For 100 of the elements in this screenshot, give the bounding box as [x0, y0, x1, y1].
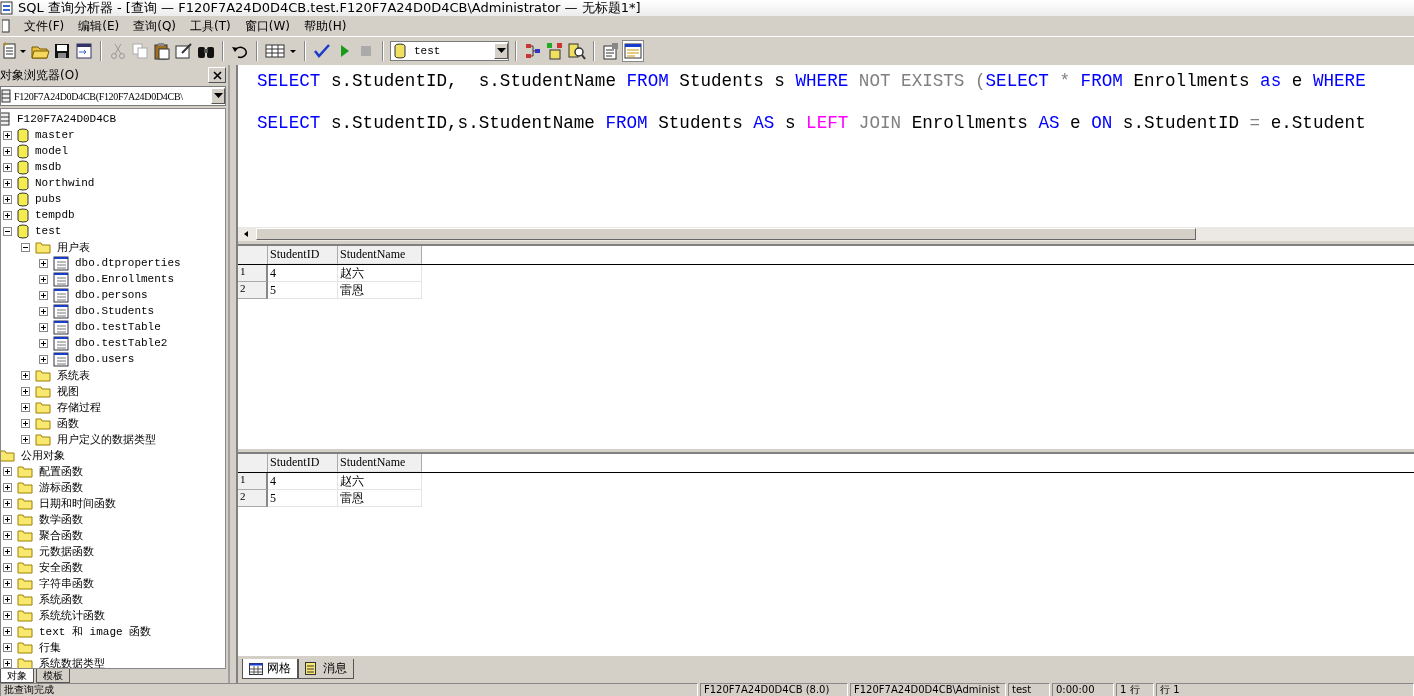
- expander-icon[interactable]: [38, 354, 48, 364]
- tree-item[interactable]: 系统数据类型: [37, 655, 105, 668]
- edit-icon[interactable]: [174, 41, 194, 61]
- tree-item[interactable]: 系统统计函数: [37, 607, 105, 623]
- tree-item[interactable]: 用户表: [55, 239, 90, 255]
- expander-icon[interactable]: [2, 226, 12, 236]
- close-button[interactable]: [208, 67, 226, 83]
- tree-item[interactable]: 数学函数: [37, 511, 83, 527]
- tree-item[interactable]: msdb: [33, 161, 62, 173]
- tree-item[interactable]: 元数据函数: [37, 543, 94, 559]
- tree-item[interactable]: dbo.users: [73, 353, 135, 365]
- horizontal-scrollbar[interactable]: [238, 227, 1414, 241]
- plan-tree-icon[interactable]: [523, 41, 543, 61]
- tree-item[interactable]: dbo.testTable2: [73, 337, 168, 349]
- column-header[interactable]: StudentName: [338, 246, 422, 264]
- result-tab[interactable]: 消息: [298, 659, 354, 679]
- tree-item[interactable]: 公用对象: [19, 447, 65, 463]
- column-header[interactable]: StudentID: [268, 246, 338, 264]
- tree-item[interactable]: 聚合函数: [37, 527, 83, 543]
- column-header[interactable]: StudentID: [268, 453, 338, 472]
- tree-item[interactable]: model: [33, 145, 68, 157]
- tree-item[interactable]: dbo.persons: [73, 289, 148, 301]
- expander-icon[interactable]: [2, 562, 12, 572]
- expander-icon[interactable]: [2, 210, 12, 220]
- database-select[interactable]: test: [390, 41, 509, 61]
- expander-icon[interactable]: [38, 274, 48, 284]
- expander-icon[interactable]: [20, 242, 30, 252]
- expander-icon[interactable]: [20, 386, 30, 396]
- server-select[interactable]: F120F7A24D0D4CB(F120F7A24D0D4CB\: [0, 86, 226, 106]
- menu-item[interactable]: 帮助(H): [303, 17, 347, 35]
- tree-item[interactable]: tempdb: [33, 209, 75, 221]
- tree-item[interactable]: dbo.dtproperties: [73, 257, 181, 269]
- tree-item[interactable]: test: [33, 225, 62, 237]
- expander-icon[interactable]: [2, 178, 12, 188]
- expander-icon[interactable]: [2, 498, 12, 508]
- menu-item[interactable]: 窗口(W): [244, 17, 290, 35]
- query-editor[interactable]: [238, 65, 1414, 244]
- menu-item[interactable]: 文件(F): [24, 17, 65, 35]
- menu-item[interactable]: 查询(Q): [133, 17, 177, 35]
- expander-icon[interactable]: [2, 530, 12, 540]
- scroll-thumb[interactable]: [256, 228, 1196, 240]
- load-script-icon[interactable]: [74, 41, 94, 61]
- tree-item[interactable]: 存储过程: [55, 399, 101, 415]
- expander-icon[interactable]: [38, 290, 48, 300]
- column-header[interactable]: StudentName: [338, 453, 422, 472]
- expander-icon[interactable]: [2, 594, 12, 604]
- tree-item[interactable]: 日期和时间函数: [37, 495, 116, 511]
- new-query-icon[interactable]: [2, 41, 28, 61]
- expander-icon[interactable]: [2, 546, 12, 556]
- tree-item[interactable]: 视图: [55, 383, 79, 399]
- tree-item[interactable]: Northwind: [33, 177, 95, 189]
- expander-icon[interactable]: [20, 370, 30, 380]
- expander-icon[interactable]: [20, 434, 30, 444]
- tree-item[interactable]: 安全函数: [37, 559, 83, 575]
- panel-tab[interactable]: 对象: [0, 669, 34, 683]
- tree-item[interactable]: 系统函数: [37, 591, 83, 607]
- expander-icon[interactable]: [2, 514, 12, 524]
- properties-icon[interactable]: [601, 41, 621, 61]
- tree-item[interactable]: dbo.Students: [73, 305, 155, 317]
- tree-item[interactable]: text 和 image 函数: [37, 623, 152, 639]
- expander-icon[interactable]: [2, 482, 12, 492]
- expander-icon[interactable]: [38, 322, 48, 332]
- expander-icon[interactable]: [2, 626, 12, 636]
- expander-icon[interactable]: [2, 466, 12, 476]
- tree-item[interactable]: 用户定义的数据类型: [55, 431, 156, 447]
- menu-item[interactable]: 工具(T): [190, 17, 231, 35]
- expander-icon[interactable]: [2, 610, 12, 620]
- results-grid-icon[interactable]: [264, 41, 298, 61]
- save-icon[interactable]: [52, 41, 72, 61]
- expander-icon[interactable]: [2, 578, 12, 588]
- tree-item[interactable]: dbo.Enrollments: [73, 273, 175, 285]
- result-tab[interactable]: 网格: [242, 659, 298, 679]
- tree-item[interactable]: 配置函数: [37, 463, 83, 479]
- expander-icon[interactable]: [2, 194, 12, 204]
- tree-item[interactable]: F120F7A24D0D4CB: [15, 113, 117, 125]
- expander-icon[interactable]: [2, 146, 12, 156]
- tree-item[interactable]: 行集: [37, 639, 61, 655]
- objects-icon[interactable]: [545, 41, 565, 61]
- object-browser-toggle-icon[interactable]: [623, 41, 643, 61]
- expander-icon[interactable]: [2, 658, 12, 668]
- expander-icon[interactable]: [38, 258, 48, 268]
- tree-item[interactable]: 游标函数: [37, 479, 83, 495]
- tree-item[interactable]: dbo.testTable: [73, 321, 161, 333]
- expander-icon[interactable]: [2, 162, 12, 172]
- menu-item[interactable]: 编辑(E): [78, 17, 120, 35]
- scroll-left-icon[interactable]: [242, 230, 250, 238]
- tree-item[interactable]: master: [33, 129, 75, 141]
- panel-tab[interactable]: 模板: [36, 669, 70, 683]
- search-icon[interactable]: [567, 41, 587, 61]
- tree-item[interactable]: 字符串函数: [37, 575, 94, 591]
- tree-item[interactable]: 系统表: [55, 367, 90, 383]
- expander-icon[interactable]: [20, 402, 30, 412]
- expander-icon[interactable]: [20, 418, 30, 428]
- paste-icon[interactable]: [152, 41, 172, 61]
- tree-item[interactable]: pubs: [33, 193, 62, 205]
- expander-icon[interactable]: [2, 642, 12, 652]
- expander-icon[interactable]: [2, 130, 12, 140]
- expander-icon[interactable]: [38, 338, 48, 348]
- expander-icon[interactable]: [38, 306, 48, 316]
- tree-item[interactable]: 函数: [55, 415, 79, 431]
